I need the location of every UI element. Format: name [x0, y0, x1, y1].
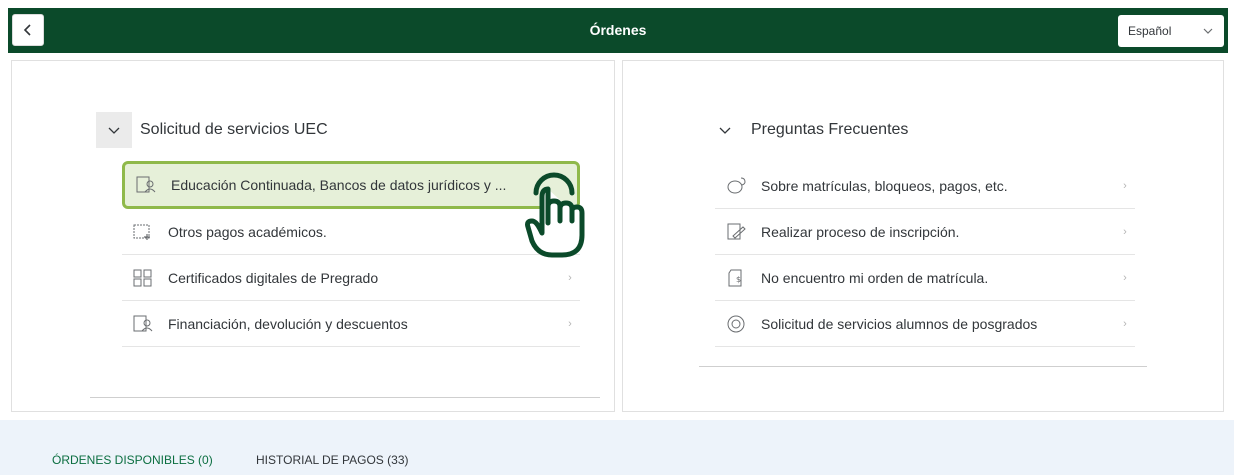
cash-circle-icon	[723, 313, 749, 335]
form-person-icon	[130, 313, 156, 335]
chevron-down-icon	[719, 127, 731, 134]
chevron-left-icon	[23, 24, 31, 36]
page-title: Órdenes	[589, 22, 647, 38]
chevron-right-icon: ›	[568, 271, 572, 284]
chevron-right-icon: ›	[1123, 225, 1127, 238]
svg-text:$: $	[736, 275, 741, 284]
list-item-enrollment-questions[interactable]: Sobre matrículas, bloqueos, pagos, etc. …	[715, 163, 1135, 209]
chevron-down-icon	[108, 127, 120, 134]
faq-section-header[interactable]: Preguntas Frecuentes	[707, 112, 908, 148]
chevron-right-icon: ›	[1123, 271, 1127, 284]
list-item-label: Sobre matrículas, bloqueos, pagos, etc.	[761, 177, 1008, 194]
back-button[interactable]	[12, 14, 44, 46]
add-document-icon	[130, 221, 156, 243]
tab-bar: ÓRDENES DISPONIBLES (0) HISTORIAL DE PAG…	[0, 420, 1234, 475]
chevron-right-icon: ›	[568, 317, 572, 330]
chevron-right-icon: ›	[1123, 317, 1127, 330]
form-person-icon	[133, 174, 159, 196]
faq-panel: Preguntas Frecuentes Sobre matrículas, b…	[622, 60, 1224, 412]
chevron-down-icon	[1203, 28, 1213, 34]
list-item-label: Otros pagos académicos.	[168, 223, 327, 240]
services-list: Educación Continuada, Bancos de datos ju…	[122, 161, 580, 347]
list-item-postgraduate-services[interactable]: Solicitud de servicios alumnos de posgra…	[715, 301, 1135, 347]
language-select[interactable]: Español	[1118, 15, 1224, 47]
list-item-label: Financiación, devolución y descuentos	[168, 315, 408, 332]
section-title: Solicitud de servicios UEC	[140, 121, 328, 138]
qr-grid-icon	[130, 267, 156, 289]
pointer-hand-icon	[525, 172, 585, 258]
list-item-other-payments[interactable]: Otros pagos académicos.	[122, 209, 580, 255]
language-selected: Español	[1128, 24, 1172, 38]
list-item-label: Educación Continuada, Bancos de datos ju…	[171, 177, 507, 193]
tab-payment-history[interactable]: HISTORIAL DE PAGOS (33)	[256, 453, 408, 467]
services-section-header[interactable]: Solicitud de servicios UEC	[96, 112, 328, 148]
list-item-digital-certificates[interactable]: Certificados digitales de Pregrado ›	[122, 255, 580, 301]
list-item-label: Realizar proceso de inscripción.	[761, 223, 960, 240]
collapse-button[interactable]	[96, 112, 132, 148]
list-item-missing-order[interactable]: $ No encuentro mi orden de matrícula. ›	[715, 255, 1135, 301]
section-title: Preguntas Frecuentes	[751, 121, 909, 138]
chevron-right-icon: ›	[1123, 179, 1127, 192]
divider	[90, 397, 600, 398]
divider	[699, 366, 1147, 367]
list-item-label: Certificados digitales de Pregrado	[168, 269, 379, 286]
list-item-continuing-education[interactable]: Educación Continuada, Bancos de datos ju…	[122, 161, 580, 209]
document-dollar-icon: $	[723, 267, 749, 289]
list-item-financing[interactable]: Financiación, devolución y descuentos ›	[122, 301, 580, 347]
list-item-label: Solicitud de servicios alumnos de posgra…	[761, 315, 1038, 332]
chat-question-icon	[723, 175, 749, 197]
tab-available-orders[interactable]: ÓRDENES DISPONIBLES (0)	[52, 453, 213, 467]
header-bar: Órdenes Español	[8, 8, 1228, 53]
faq-list: Sobre matrículas, bloqueos, pagos, etc. …	[715, 163, 1135, 347]
collapse-button[interactable]	[707, 112, 743, 148]
list-item-label: No encuentro mi orden de matrícula.	[761, 269, 989, 286]
list-item-registration[interactable]: Realizar proceso de inscripción. ›	[715, 209, 1135, 255]
edit-form-icon	[723, 221, 749, 243]
